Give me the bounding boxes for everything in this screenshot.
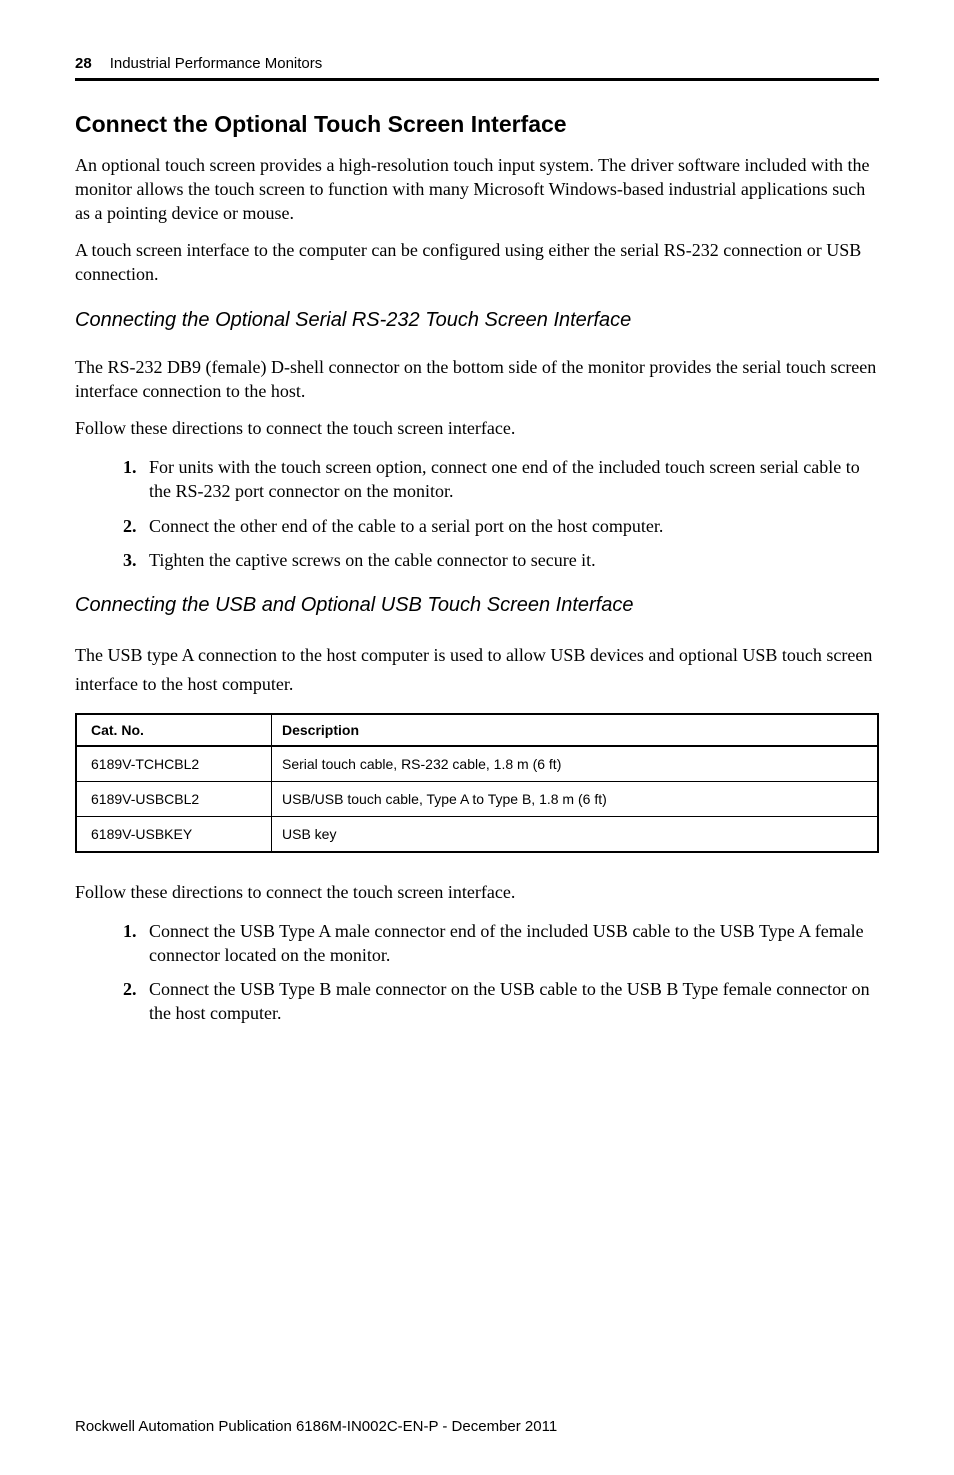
page-number: 28 xyxy=(75,55,92,72)
usb-steps-list: Connect the USB Type A male connector en… xyxy=(75,919,879,1026)
list-item: Tighten the captive screws on the cable … xyxy=(141,548,879,572)
usb-subheading: Connecting the USB and Optional USB Touc… xyxy=(75,594,879,617)
table-cell-catno: 6189V-TCHCBL2 xyxy=(76,746,272,782)
section-para-2: A touch screen interface to the computer… xyxy=(75,239,879,287)
section-heading: Connect the Optional Touch Screen Interf… xyxy=(75,111,879,138)
page-footer: Rockwell Automation Publication 6186M-IN… xyxy=(75,1418,557,1435)
document-title: Industrial Performance Monitors xyxy=(110,55,323,72)
page-header: 28 Industrial Performance Monitors xyxy=(75,55,879,72)
table-row: 6189V-USBKEY USB key xyxy=(76,816,878,852)
usb-para-1: The USB type A connection to the host co… xyxy=(75,641,879,699)
section-para-1: An optional touch screen provides a high… xyxy=(75,154,879,225)
table-cell-desc: USB key xyxy=(272,816,879,852)
usb-para-2: Follow these directions to connect the t… xyxy=(75,881,879,905)
table-cell-desc: USB/USB touch cable, Type A to Type B, 1… xyxy=(272,781,879,816)
header-divider xyxy=(75,78,879,81)
cable-table: Cat. No. Description 6189V-TCHCBL2 Seria… xyxy=(75,713,879,853)
serial-para-1: The RS-232 DB9 (female) D-shell connecto… xyxy=(75,356,879,404)
list-item: Connect the other end of the cable to a … xyxy=(141,514,879,538)
table-cell-desc: Serial touch cable, RS-232 cable, 1.8 m … xyxy=(272,746,879,782)
serial-subheading: Connecting the Optional Serial RS-232 To… xyxy=(75,309,879,332)
list-item: For units with the touch screen option, … xyxy=(141,455,879,504)
serial-para-2: Follow these directions to connect the t… xyxy=(75,417,879,441)
list-item: Connect the USB Type A male connector en… xyxy=(141,919,879,968)
table-row: 6189V-USBCBL2 USB/USB touch cable, Type … xyxy=(76,781,878,816)
serial-steps-list: For units with the touch screen option, … xyxy=(75,455,879,572)
table-row: 6189V-TCHCBL2 Serial touch cable, RS-232… xyxy=(76,746,878,782)
page-container: 28 Industrial Performance Monitors Conne… xyxy=(0,0,954,1475)
table-header-catno: Cat. No. xyxy=(76,714,272,746)
table-cell-catno: 6189V-USBKEY xyxy=(76,816,272,852)
table-cell-catno: 6189V-USBCBL2 xyxy=(76,781,272,816)
table-header-desc: Description xyxy=(272,714,879,746)
table-header-row: Cat. No. Description xyxy=(76,714,878,746)
list-item: Connect the USB Type B male connector on… xyxy=(141,977,879,1026)
